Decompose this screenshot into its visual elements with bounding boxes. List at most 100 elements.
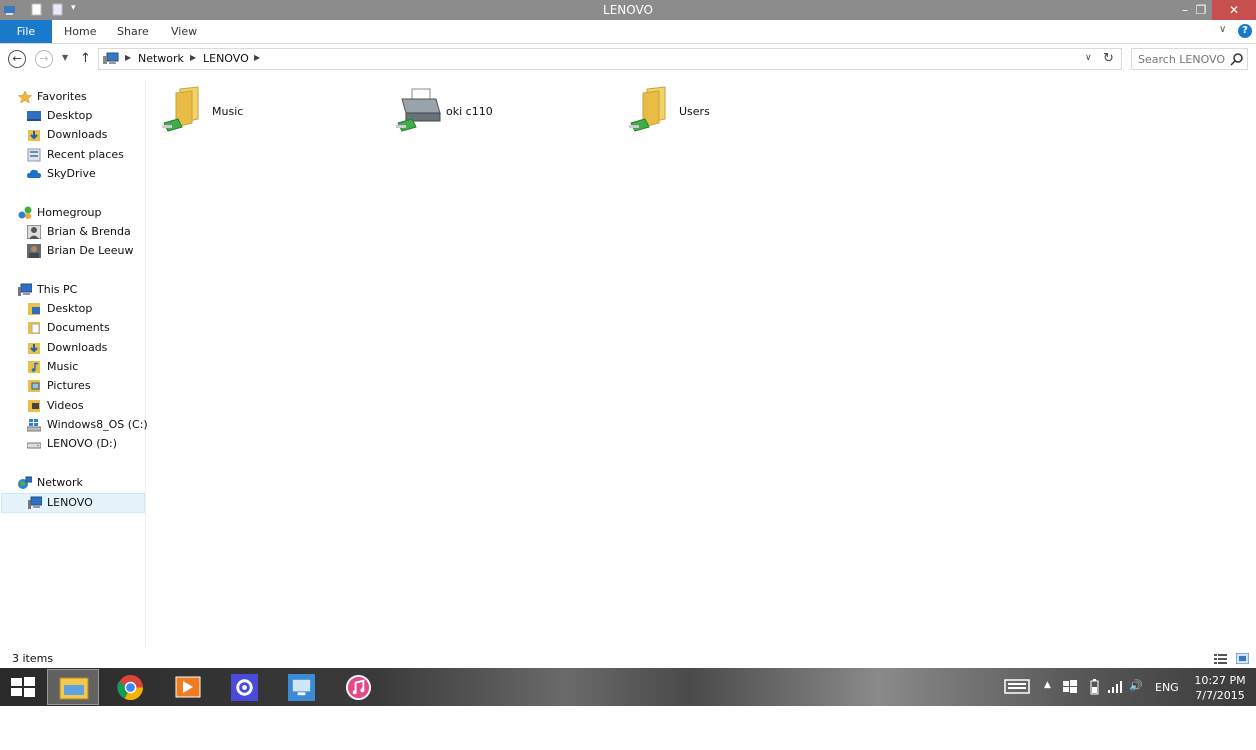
recent-locations-icon[interactable]: ▼ [62, 53, 68, 62]
battery-icon[interactable] [1090, 679, 1099, 695]
nav-thispc-music[interactable]: Music [0, 358, 140, 376]
breadcrumb-network[interactable]: Network [138, 52, 184, 65]
show-hidden-icons-icon[interactable]: ▲ [1044, 680, 1051, 690]
nav-network-lenovo[interactable]: LENOVO [1, 493, 145, 513]
downloads-folder-icon [28, 130, 40, 141]
restore-button[interactable]: ❐ [1193, 0, 1209, 20]
tab-share[interactable]: Share [107, 20, 159, 43]
nav-item-label: SkyDrive [47, 167, 96, 180]
homegroup-icon [18, 206, 32, 219]
tab-home[interactable]: Home [54, 20, 106, 43]
file-explorer-icon [59, 677, 89, 700]
address-bar[interactable]: ▶ Network ▶ LENOVO ▶ ∨ ↻ [98, 48, 1122, 70]
minimize-button[interactable]: – [1177, 0, 1193, 20]
nav-homegroup[interactable]: Homegroup [0, 204, 140, 222]
taskbar: ▲ 🔊 ENG 10:27 PM 7/7/2015 [0, 668, 1256, 706]
search-box[interactable] [1131, 48, 1248, 70]
nav-item-label: Desktop [47, 302, 93, 315]
content-pane: Music oki c110 Users [147, 80, 1256, 648]
tab-file[interactable]: File [0, 20, 52, 43]
taskbar-chrome[interactable] [104, 669, 156, 705]
pictures-folder-icon [28, 380, 40, 392]
expand-ribbon-icon[interactable]: ∨ [1219, 24, 1226, 35]
nav-favorites[interactable]: Favorites [0, 88, 140, 106]
navigation-pane: Favorites Desktop Downloads Recent place… [0, 80, 148, 648]
search-input[interactable] [1138, 52, 1226, 66]
nav-thispc-desktop[interactable]: Desktop [0, 300, 140, 318]
nav-item-label: LENOVO (D:) [47, 437, 118, 450]
content-item-oki-c110[interactable]: oki c110 [396, 85, 596, 135]
content-item-music[interactable]: Music [162, 85, 362, 135]
windows-drive-icon [27, 419, 41, 432]
help-icon[interactable]: ? [1238, 24, 1252, 38]
large-icons-view-icon[interactable] [1236, 653, 1249, 664]
forward-button[interactable]: → [35, 50, 53, 68]
shared-folder-icon [629, 86, 666, 132]
nav-homegroup-brian-de-leeuw[interactable]: Brian De Leeuw [0, 242, 140, 260]
network-printer-icon [396, 88, 441, 132]
settings-gear-icon [231, 674, 258, 701]
back-button[interactable]: ← [8, 50, 26, 68]
nav-network[interactable]: Network [0, 474, 140, 492]
touch-keyboard-icon[interactable] [1004, 679, 1030, 694]
up-button[interactable]: ↑ [80, 51, 91, 66]
videos-folder-icon [28, 400, 40, 412]
media-player-icon [175, 676, 201, 698]
item-count: 3 items [12, 652, 54, 665]
taskbar-itunes[interactable] [332, 669, 384, 705]
nav-favorites-desktop[interactable]: Desktop [0, 107, 140, 125]
tab-view[interactable]: View [161, 20, 207, 43]
content-item-users[interactable]: Users [629, 85, 829, 135]
volume-icon[interactable]: 🔊 [1129, 679, 1143, 692]
content-item-label: Users [679, 105, 710, 118]
nav-item-label: Documents [47, 321, 110, 334]
nav-thispc-downloads[interactable]: Downloads [0, 339, 140, 357]
desktop-icon [27, 111, 41, 121]
nav-this-pc[interactable]: This PC [0, 281, 140, 299]
taskbar-file-explorer[interactable] [47, 669, 99, 705]
recent-places-icon [27, 148, 41, 162]
breadcrumb-separator-icon: ▶ [190, 53, 197, 62]
nav-favorites-recent-places[interactable]: Recent places [0, 146, 140, 164]
music-folder-icon [28, 361, 40, 373]
clock-date[interactable]: 7/7/2015 [1190, 689, 1250, 702]
clock-time[interactable]: 10:27 PM [1190, 674, 1250, 687]
nav-thispc-windows-drive[interactable]: Windows8_OS (C:) [0, 416, 148, 434]
breadcrumb-lenovo[interactable]: LENOVO [203, 52, 249, 65]
nav-item-label: Recent places [47, 148, 124, 161]
nav-item-label: Downloads [47, 341, 108, 354]
nav-thispc-videos[interactable]: Videos [0, 397, 140, 415]
taskbar-remote-desktop[interactable] [275, 669, 327, 705]
nav-favorites-skydrive[interactable]: SkyDrive [0, 165, 140, 183]
nav-item-label: Music [47, 360, 79, 373]
window-title: LENOVO [603, 3, 653, 17]
title-bar: ▾ LENOVO – ❐ ✕ [0, 0, 1256, 20]
network-computer-icon [103, 52, 119, 64]
address-history-dropdown-icon[interactable]: ∨ [1085, 53, 1092, 63]
nav-thispc-documents[interactable]: Documents [0, 319, 140, 337]
search-icon[interactable] [1230, 52, 1244, 66]
close-button[interactable]: ✕ [1212, 0, 1256, 20]
desktop-folder-icon [28, 303, 40, 315]
taskbar-settings[interactable] [218, 669, 270, 705]
itunes-icon [345, 674, 372, 701]
taskbar-media-player[interactable] [161, 669, 213, 705]
nav-item-label: Downloads [47, 128, 108, 141]
nav-item-label: Desktop [47, 109, 93, 122]
nav-homegroup-label: Homegroup [37, 206, 102, 219]
address-row: ← → ▼ ↑ ▶ Network ▶ LENOVO ▶ ∨ ↻ [0, 45, 1256, 75]
content-item-label: oki c110 [446, 105, 493, 118]
nav-homegroup-brian-brenda[interactable]: Brian & Brenda [0, 223, 140, 241]
refresh-icon[interactable]: ↻ [1103, 51, 1114, 66]
wifi-signal-icon[interactable] [1107, 680, 1123, 693]
start-button[interactable] [0, 669, 46, 705]
nav-thispc-pictures[interactable]: Pictures [0, 377, 140, 395]
action-center-flag-icon[interactable] [1063, 680, 1077, 693]
breadcrumb-separator-icon: ▶ [125, 53, 132, 62]
nav-thispc-lenovo-drive[interactable]: LENOVO (D:) [0, 435, 140, 453]
details-view-icon[interactable] [1214, 653, 1227, 664]
nav-favorites-downloads[interactable]: Downloads [0, 126, 140, 144]
star-icon [18, 90, 32, 104]
input-language[interactable]: ENG [1155, 681, 1179, 694]
nav-network-label: Network [37, 476, 83, 489]
